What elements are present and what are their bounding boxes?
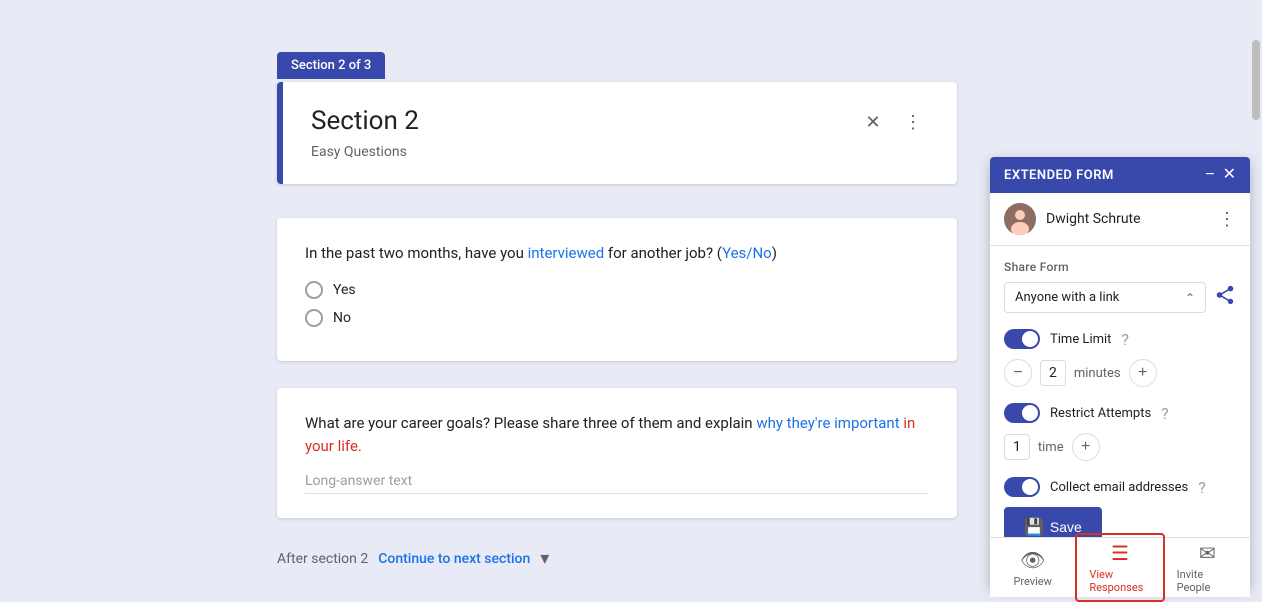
collect-email-row: ✓ Collect email addresses ? [1004,477,1236,497]
after-section-label: After section 2 [277,551,368,567]
option-yes-label: Yes [333,282,356,298]
view-responses-icon: ☰ [1111,541,1129,565]
bottom-bar: 👁 Preview ☰ View Responses ✉ Invite Peop… [990,537,1250,597]
restrict-attempts-stepper-row: 1 time + [1004,433,1236,461]
save-icon: 💾 [1024,517,1044,537]
share-form-label: Share Form [1004,260,1236,274]
panel-header-actions: − ✕ [1205,167,1236,183]
time-limit-label: Time Limit [1050,332,1111,347]
after-section-action: Continue to next section [378,551,530,567]
more-options-button[interactable]: ⋮ [897,106,929,138]
section-badge: Section 2 of 3 [277,52,385,79]
collect-email-toggle[interactable]: ✓ [1004,477,1040,497]
time-limit-increment-button[interactable]: + [1129,359,1157,387]
restrict-attempts-label: Restrict Attempts [1050,406,1151,421]
after-section-row: After section 2 Continue to next section… [277,548,549,569]
more-icon: ⋮ [904,112,922,133]
invite-people-tab[interactable]: ✉ Invite People [1165,535,1250,600]
after-section-dropdown-arrow[interactable]: ▾ [540,548,549,569]
question-1-text: In the past two months, have you intervi… [305,242,929,265]
time-limit-toggle[interactable]: ✓ [1004,329,1040,349]
section-subtitle: Easy Questions [311,144,419,160]
user-name: Dwight Schrute [1046,211,1218,227]
time-limit-unit: minutes [1074,366,1121,381]
restrict-attempts-unit: time [1038,440,1064,455]
close-panel-button[interactable]: ✕ [1223,167,1236,183]
question-2-text: What are your career goals? Please share… [305,412,929,457]
section-title: Section 2 [311,106,419,136]
section-card-actions: ✕ ⋮ [857,106,929,138]
time-limit-help-icon[interactable]: ? [1121,330,1129,349]
restrict-attempts-help-icon[interactable]: ? [1161,404,1169,423]
collect-email-help-icon[interactable]: ? [1198,478,1206,497]
share-row: Anyone with a link ⌃ [1004,282,1236,313]
minimize-icon: − [1205,166,1214,183]
invite-people-label: Invite People [1177,568,1238,594]
time-limit-row: ✓ Time Limit ? [1004,329,1236,349]
minimize-button[interactable]: − [1205,167,1214,183]
scrollbar-thumb [1252,40,1260,120]
question-card-2: What are your career goals? Please share… [277,388,957,518]
section-card-content: Section 2 Easy Questions [311,106,419,160]
option-no-label: No [333,310,351,326]
extended-form-panel: EXTENDED FORM − ✕ Dwight Schrute ⋮ Share… [990,157,1250,587]
user-more-button[interactable]: ⋮ [1218,209,1236,230]
share-dropdown-icon: ⌃ [1185,291,1195,305]
collapse-icon: ✕ [865,112,880,133]
option-yes[interactable]: Yes [305,281,929,299]
long-answer-placeholder: Long-answer text [305,473,929,494]
preview-tab[interactable]: 👁 Preview [990,542,1075,594]
collapse-button[interactable]: ✕ [857,106,889,138]
question-card-1: In the past two months, have you intervi… [277,218,957,361]
restrict-attempts-row: ✓ Restrict Attempts ? [1004,403,1236,423]
radio-yes [305,281,323,299]
collect-email-label: Collect email addresses [1050,480,1188,495]
main-scrollbar[interactable] [1250,0,1262,597]
option-no[interactable]: No [305,309,929,327]
panel-header: EXTENDED FORM − ✕ [990,157,1250,193]
share-select[interactable]: Anyone with a link ⌃ [1004,282,1206,313]
view-responses-tab[interactable]: ☰ View Responses [1075,533,1164,602]
share-link-icon[interactable] [1214,284,1236,311]
share-select-value: Anyone with a link [1015,290,1119,305]
preview-icon: 👁 [1020,548,1045,572]
main-area: Section 2 of 3 Section 2 Easy Questions … [0,0,960,597]
restrict-attempts-increment-button[interactable]: + [1072,433,1100,461]
close-icon: ✕ [1223,166,1236,183]
user-row: Dwight Schrute ⋮ [990,193,1250,246]
invite-people-icon: ✉ [1199,541,1216,565]
restrict-attempts-value: 1 [1004,434,1030,460]
panel-title: EXTENDED FORM [1004,168,1114,183]
time-limit-decrement-button[interactable]: − [1004,359,1032,387]
user-avatar [1004,203,1036,235]
time-limit-value: 2 [1040,360,1066,386]
view-responses-label: View Responses [1089,568,1150,594]
preview-label: Preview [1013,575,1051,588]
time-limit-stepper-row: − 2 minutes + [1004,359,1236,387]
restrict-attempts-toggle[interactable]: ✓ [1004,403,1040,423]
radio-no [305,309,323,327]
section-card: Section 2 Easy Questions ✕ ⋮ [277,82,957,184]
section-badge-label: Section 2 of 3 [291,58,371,73]
